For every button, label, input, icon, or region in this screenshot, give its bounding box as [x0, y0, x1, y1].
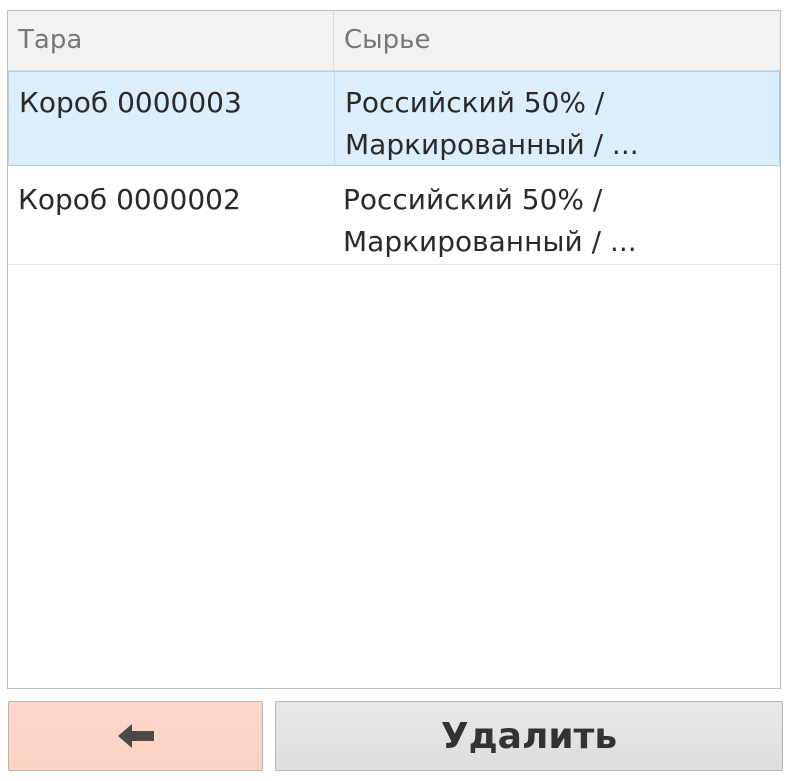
cell-raw-line2: Маркированный / ... — [343, 225, 637, 258]
cell-raw-line1: Российский 50% / — [345, 86, 605, 119]
delete-button[interactable]: Удалить — [275, 701, 783, 771]
table-row[interactable]: Короб 0000003 Российский 50% / Маркирова… — [8, 71, 780, 166]
arrow-left-icon — [116, 721, 156, 751]
cell-tara: Короб 0000002 — [18, 183, 241, 216]
table-header: Тара Сырье — [8, 11, 780, 71]
cell-raw-line2: Маркированный / ... — [345, 128, 639, 161]
table-row[interactable]: Короб 0000002 Российский 50% / Маркирова… — [8, 169, 780, 265]
column-header-raw[interactable]: Сырье — [333, 11, 780, 70]
cell-raw-line1: Российский 50% / — [343, 183, 603, 216]
cell-raw: Российский 50% / Маркированный / ... — [334, 72, 780, 165]
back-button[interactable] — [8, 701, 263, 771]
data-table: Тара Сырье Короб 0000003 Российский 50% … — [7, 10, 781, 689]
cell-raw: Российский 50% / Маркированный / ... — [333, 169, 780, 264]
cell-tara: Короб 0000003 — [19, 86, 242, 119]
column-header-tara[interactable]: Тара — [8, 11, 333, 70]
